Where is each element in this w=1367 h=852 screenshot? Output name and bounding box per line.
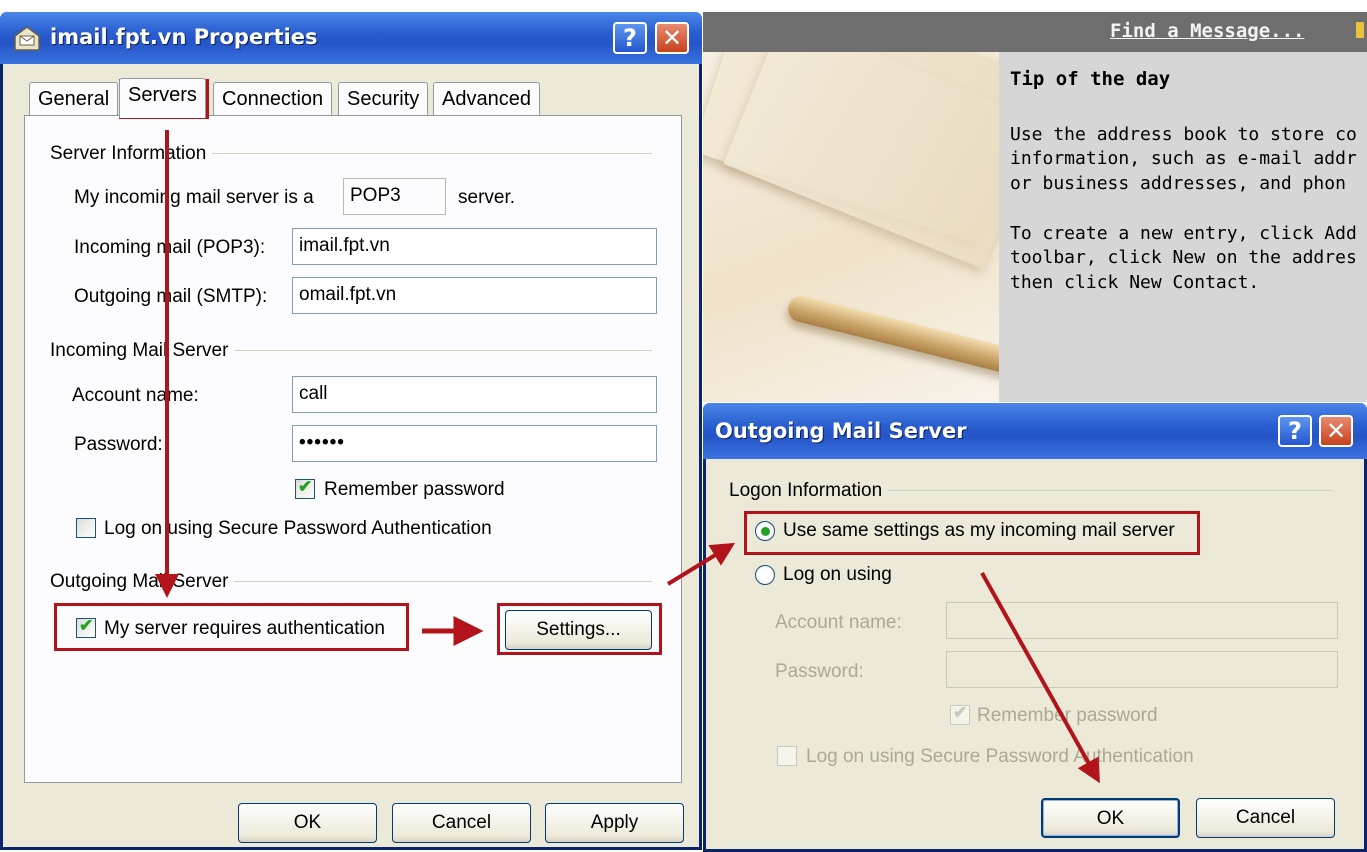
dialog-help-button[interactable]: ? [1278,415,1312,447]
dialog-remember-checkbox[interactable] [950,703,970,725]
requires-auth-checkbox[interactable] [76,616,96,638]
dialog-password-input[interactable] [946,651,1338,688]
server-info-heading: Server Information [50,143,213,165]
dialog-account-input[interactable] [946,602,1338,639]
tip-text-line: To create a new entry, click Add [1010,223,1357,244]
password-label: Password: [74,434,163,455]
ok-button[interactable]: OK [238,803,377,843]
cancel-button[interactable]: Cancel [392,803,531,843]
remember-password-checkbox[interactable] [295,477,315,499]
dialog-cancel-button[interactable]: Cancel [1196,798,1335,838]
pen-image [785,293,999,377]
dialog-remember-label: Remember password [977,705,1158,726]
dialog-password-label: Password: [775,661,864,682]
account-name-input[interactable]: call [292,376,657,413]
tab-advanced[interactable]: Advanced [433,82,540,116]
incoming-type-suffix: server. [458,187,516,208]
tip-text-line: information, such as e-mail addr [1010,148,1357,169]
tip-text-line: then click New Contact. [1010,272,1260,293]
log-on-using-label: Log on using [783,564,892,585]
incoming-server-input[interactable]: imail.fpt.vn [292,228,657,265]
dialog-account-label: Account name: [775,612,902,633]
same-settings-radio[interactable] [755,521,775,541]
outgoing-server-input[interactable]: omail.fpt.vn [292,277,657,314]
find-message-link[interactable]: Find a Message... [1110,20,1304,42]
same-settings-label: Use same settings as my incoming mail se… [783,520,1175,541]
spa-label: Log on using Secure Password Authenticat… [104,518,492,539]
properties-titlebar[interactable]: imail.fpt.vn Properties ? ✕ [0,12,702,64]
mail-account-icon [14,26,40,51]
header-icon [1356,22,1364,38]
settings-button[interactable]: Settings... [505,610,652,650]
dialog-ok-button[interactable]: OK [1041,798,1180,838]
tab-servers[interactable]: Servers [119,78,206,118]
outgoing-server-label: Outgoing mail (SMTP): [74,286,268,307]
tab-security[interactable]: Security [338,82,429,116]
account-name-label: Account name: [72,385,199,406]
apply-button[interactable]: Apply [545,803,684,843]
dialog-title: Outgoing Mail Server [715,419,967,443]
dialog-spa-label: Log on using Secure Password Authenticat… [806,746,1194,767]
incoming-type-label: My incoming mail server is a [74,187,314,208]
logon-info-heading: Logon Information [729,480,889,502]
remember-password-label: Remember password [324,479,505,500]
dialog-close-button[interactable]: ✕ [1319,415,1353,447]
incoming-server-label: Incoming mail (POP3): [74,237,266,258]
incoming-server-heading: Incoming Mail Server [50,340,235,362]
spa-checkbox[interactable] [76,518,96,538]
outgoing-server-heading: Outgoing Mail Server [50,571,235,593]
help-button[interactable]: ? [613,22,647,54]
requires-auth-label: My server requires authentication [104,618,385,639]
properties-title: imail.fpt.vn Properties [50,25,318,49]
stationery-image [703,52,999,402]
tip-text-line: toolbar, click New on the addres [1010,247,1357,268]
incoming-type-field: POP3 [343,178,446,215]
tab-connection[interactable]: Connection [213,82,333,116]
log-on-using-radio[interactable] [755,565,775,585]
tip-text-line: or business addresses, and phon [1010,173,1346,194]
password-input[interactable]: •••••• [292,425,657,462]
tip-text-line: Use the address book to store co [1010,124,1357,145]
dialog-spa-checkbox[interactable] [777,746,797,766]
tab-general[interactable]: General [29,82,119,116]
close-button[interactable]: ✕ [655,22,689,54]
dialog-titlebar[interactable]: Outgoing Mail Server ? ✕ [703,403,1367,459]
tip-title: Tip of the day [1010,68,1171,90]
